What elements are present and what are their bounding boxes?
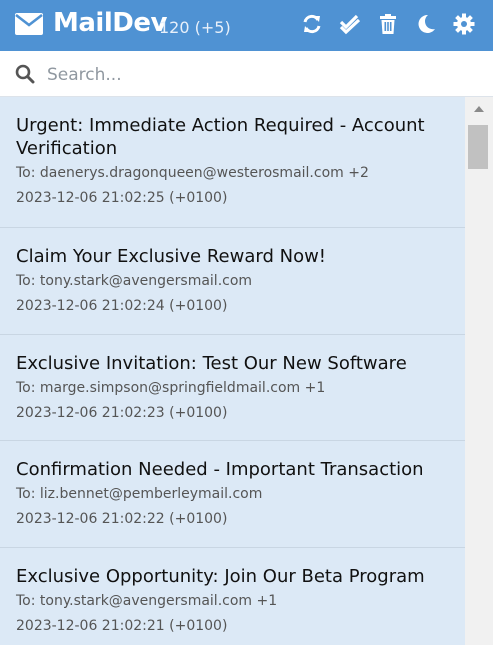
toolbar bbox=[301, 13, 475, 35]
email-subject: Urgent: Immediate Action Required - Acco… bbox=[16, 115, 425, 159]
email-list-item[interactable]: Claim Your Exclusive Reward Now! To: ton… bbox=[0, 228, 465, 335]
app-title: MailDev bbox=[53, 8, 167, 38]
mark-all-read-icon bbox=[339, 14, 361, 35]
dark-mode-icon bbox=[418, 14, 435, 33]
email-list-item[interactable]: Urgent: Immediate Action Required - Acco… bbox=[0, 97, 465, 228]
refresh-icon bbox=[303, 14, 321, 34]
email-date: 2023-12-06 21:02:24 (+0100) bbox=[16, 298, 228, 314]
email-list-item[interactable]: Exclusive Invitation: Test Our New Softw… bbox=[0, 334, 465, 441]
email-subject: Exclusive Invitation: Test Our New Softw… bbox=[16, 352, 407, 374]
settings-icon bbox=[453, 13, 475, 35]
email-list-item[interactable]: Confirmation Needed - Important Transact… bbox=[0, 441, 465, 548]
email-date: 2023-12-06 21:02:25 (+0100) bbox=[16, 190, 228, 206]
app-header: MailDev 120 (+5) bbox=[0, 0, 493, 51]
search-bar bbox=[0, 51, 493, 97]
email-count: 120 (+5) bbox=[159, 18, 231, 37]
email-list-item[interactable]: Exclusive Opportunity: Join Our Beta Pro… bbox=[0, 547, 465, 645]
scrollbar[interactable] bbox=[465, 97, 493, 645]
email-recipient: To: marge.simpson@springfieldmail.com +1 bbox=[16, 379, 326, 396]
email-date: 2023-12-06 21:02:23 (+0100) bbox=[16, 404, 228, 421]
email-recipient: To: daenerys.dragonqueen@westerosmail.co… bbox=[16, 165, 369, 181]
email-date: 2023-12-06 21:02:21 (+0100) bbox=[16, 617, 228, 634]
email-date: 2023-12-06 21:02:22 (+0100) bbox=[16, 511, 228, 527]
envelope-icon bbox=[15, 13, 43, 35]
refresh-button[interactable] bbox=[301, 13, 323, 35]
email-subject: Claim Your Exclusive Reward Now! bbox=[16, 246, 327, 267]
email-list: Urgent: Immediate Action Required - Acco… bbox=[0, 97, 465, 645]
search-icon bbox=[15, 64, 35, 84]
trash-icon bbox=[380, 14, 396, 34]
email-subject: Exclusive Opportunity: Join Our Beta Pro… bbox=[16, 565, 425, 587]
scroll-up-arrow-icon[interactable] bbox=[474, 106, 484, 112]
mark-all-read-button[interactable] bbox=[339, 13, 361, 35]
scrollbar-thumb[interactable] bbox=[468, 125, 488, 169]
email-subject: Confirmation Needed - Important Transact… bbox=[16, 459, 424, 480]
settings-button[interactable] bbox=[453, 13, 475, 35]
email-recipient: To: liz.bennet@pemberleymail.com bbox=[16, 486, 263, 502]
dark-mode-button[interactable] bbox=[415, 13, 437, 35]
email-recipient: To: tony.stark@avengersmail.com bbox=[16, 273, 253, 289]
search-input[interactable] bbox=[45, 59, 469, 91]
email-recipient: To: tony.stark@avengersmail.com +1 bbox=[16, 592, 278, 609]
delete-all-button[interactable] bbox=[377, 13, 399, 35]
